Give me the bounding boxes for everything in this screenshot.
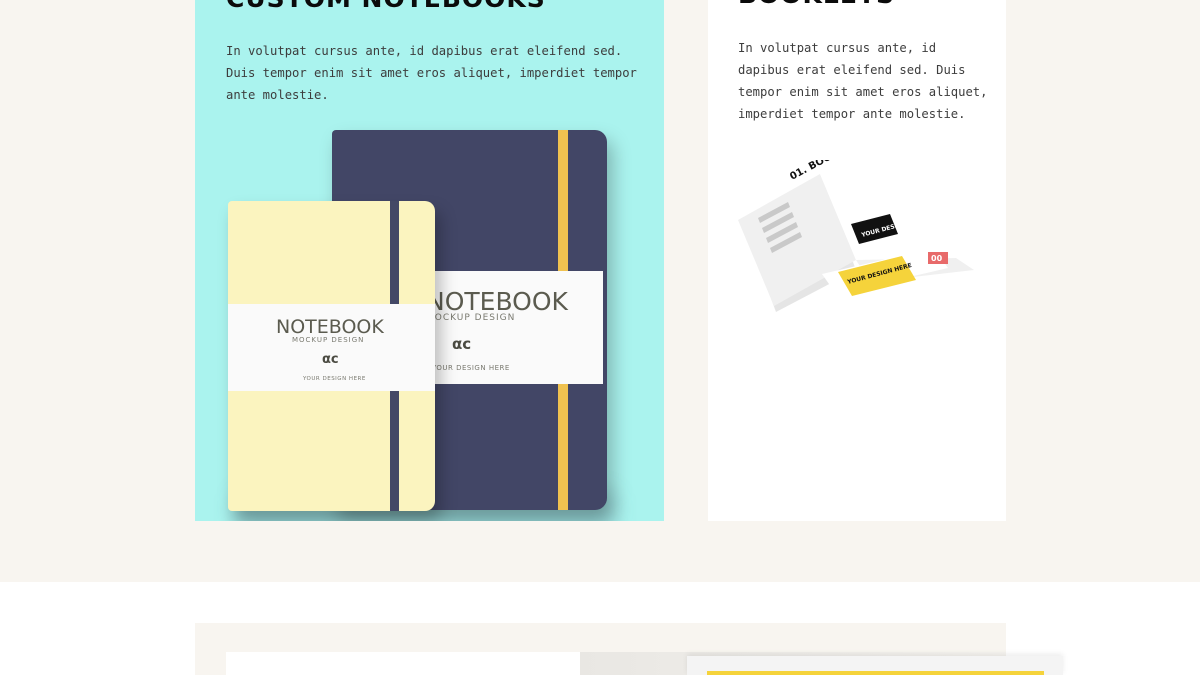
bottom-card-product-stripe (707, 671, 1044, 675)
bottom-card-text-area (226, 652, 580, 675)
front-band-footer: YOUR DESIGN HERE (303, 376, 366, 382)
booklet-number-text: 00 (931, 254, 943, 263)
back-band-footer: YOUR DESIGN HERE (432, 364, 510, 372)
custom-notebooks-description: In volutpat cursus ante, id dapibus erat… (226, 44, 637, 102)
front-band-title: NOTEBOOK (276, 316, 384, 338)
yellow-notebook-band: NOTEBOOK MOCKUP DESIGN αc YOUR DESIGN HE… (228, 304, 435, 391)
front-band-subtitle: MOCKUP DESIGN (292, 336, 365, 344)
navy-notebook-band: NOTEBOOK MOCKUP DESIGN αc YOUR DESIGN HE… (426, 271, 603, 384)
custom-notebooks-title: CUSTOM NOTEBOOKS (226, 0, 546, 13)
back-band-logo: αc (452, 335, 472, 353)
back-band-subtitle: MOCKUP DESIGN (426, 313, 516, 323)
booklets-title: BOOKLETS (738, 0, 895, 9)
booklets-card[interactable]: BOOKLETS In volutpat cursus ante, id dap… (708, 0, 1006, 521)
booklets-description: In volutpat cursus ante, id dapibus erat… (738, 41, 988, 121)
booklet-heading-text: 01. BOOKLET MOCKUP (788, 160, 904, 183)
front-band-logo: αc (322, 352, 339, 367)
back-band-title: NOTEBOOK (426, 287, 568, 316)
custom-notebooks-card[interactable]: CUSTOM NOTEBOOKS In volutpat cursus ante… (195, 0, 664, 521)
booklet-mockup-image: 01. BOOKLET MOCKUP YOUR DESIGN HERE YOUR… (738, 160, 974, 312)
